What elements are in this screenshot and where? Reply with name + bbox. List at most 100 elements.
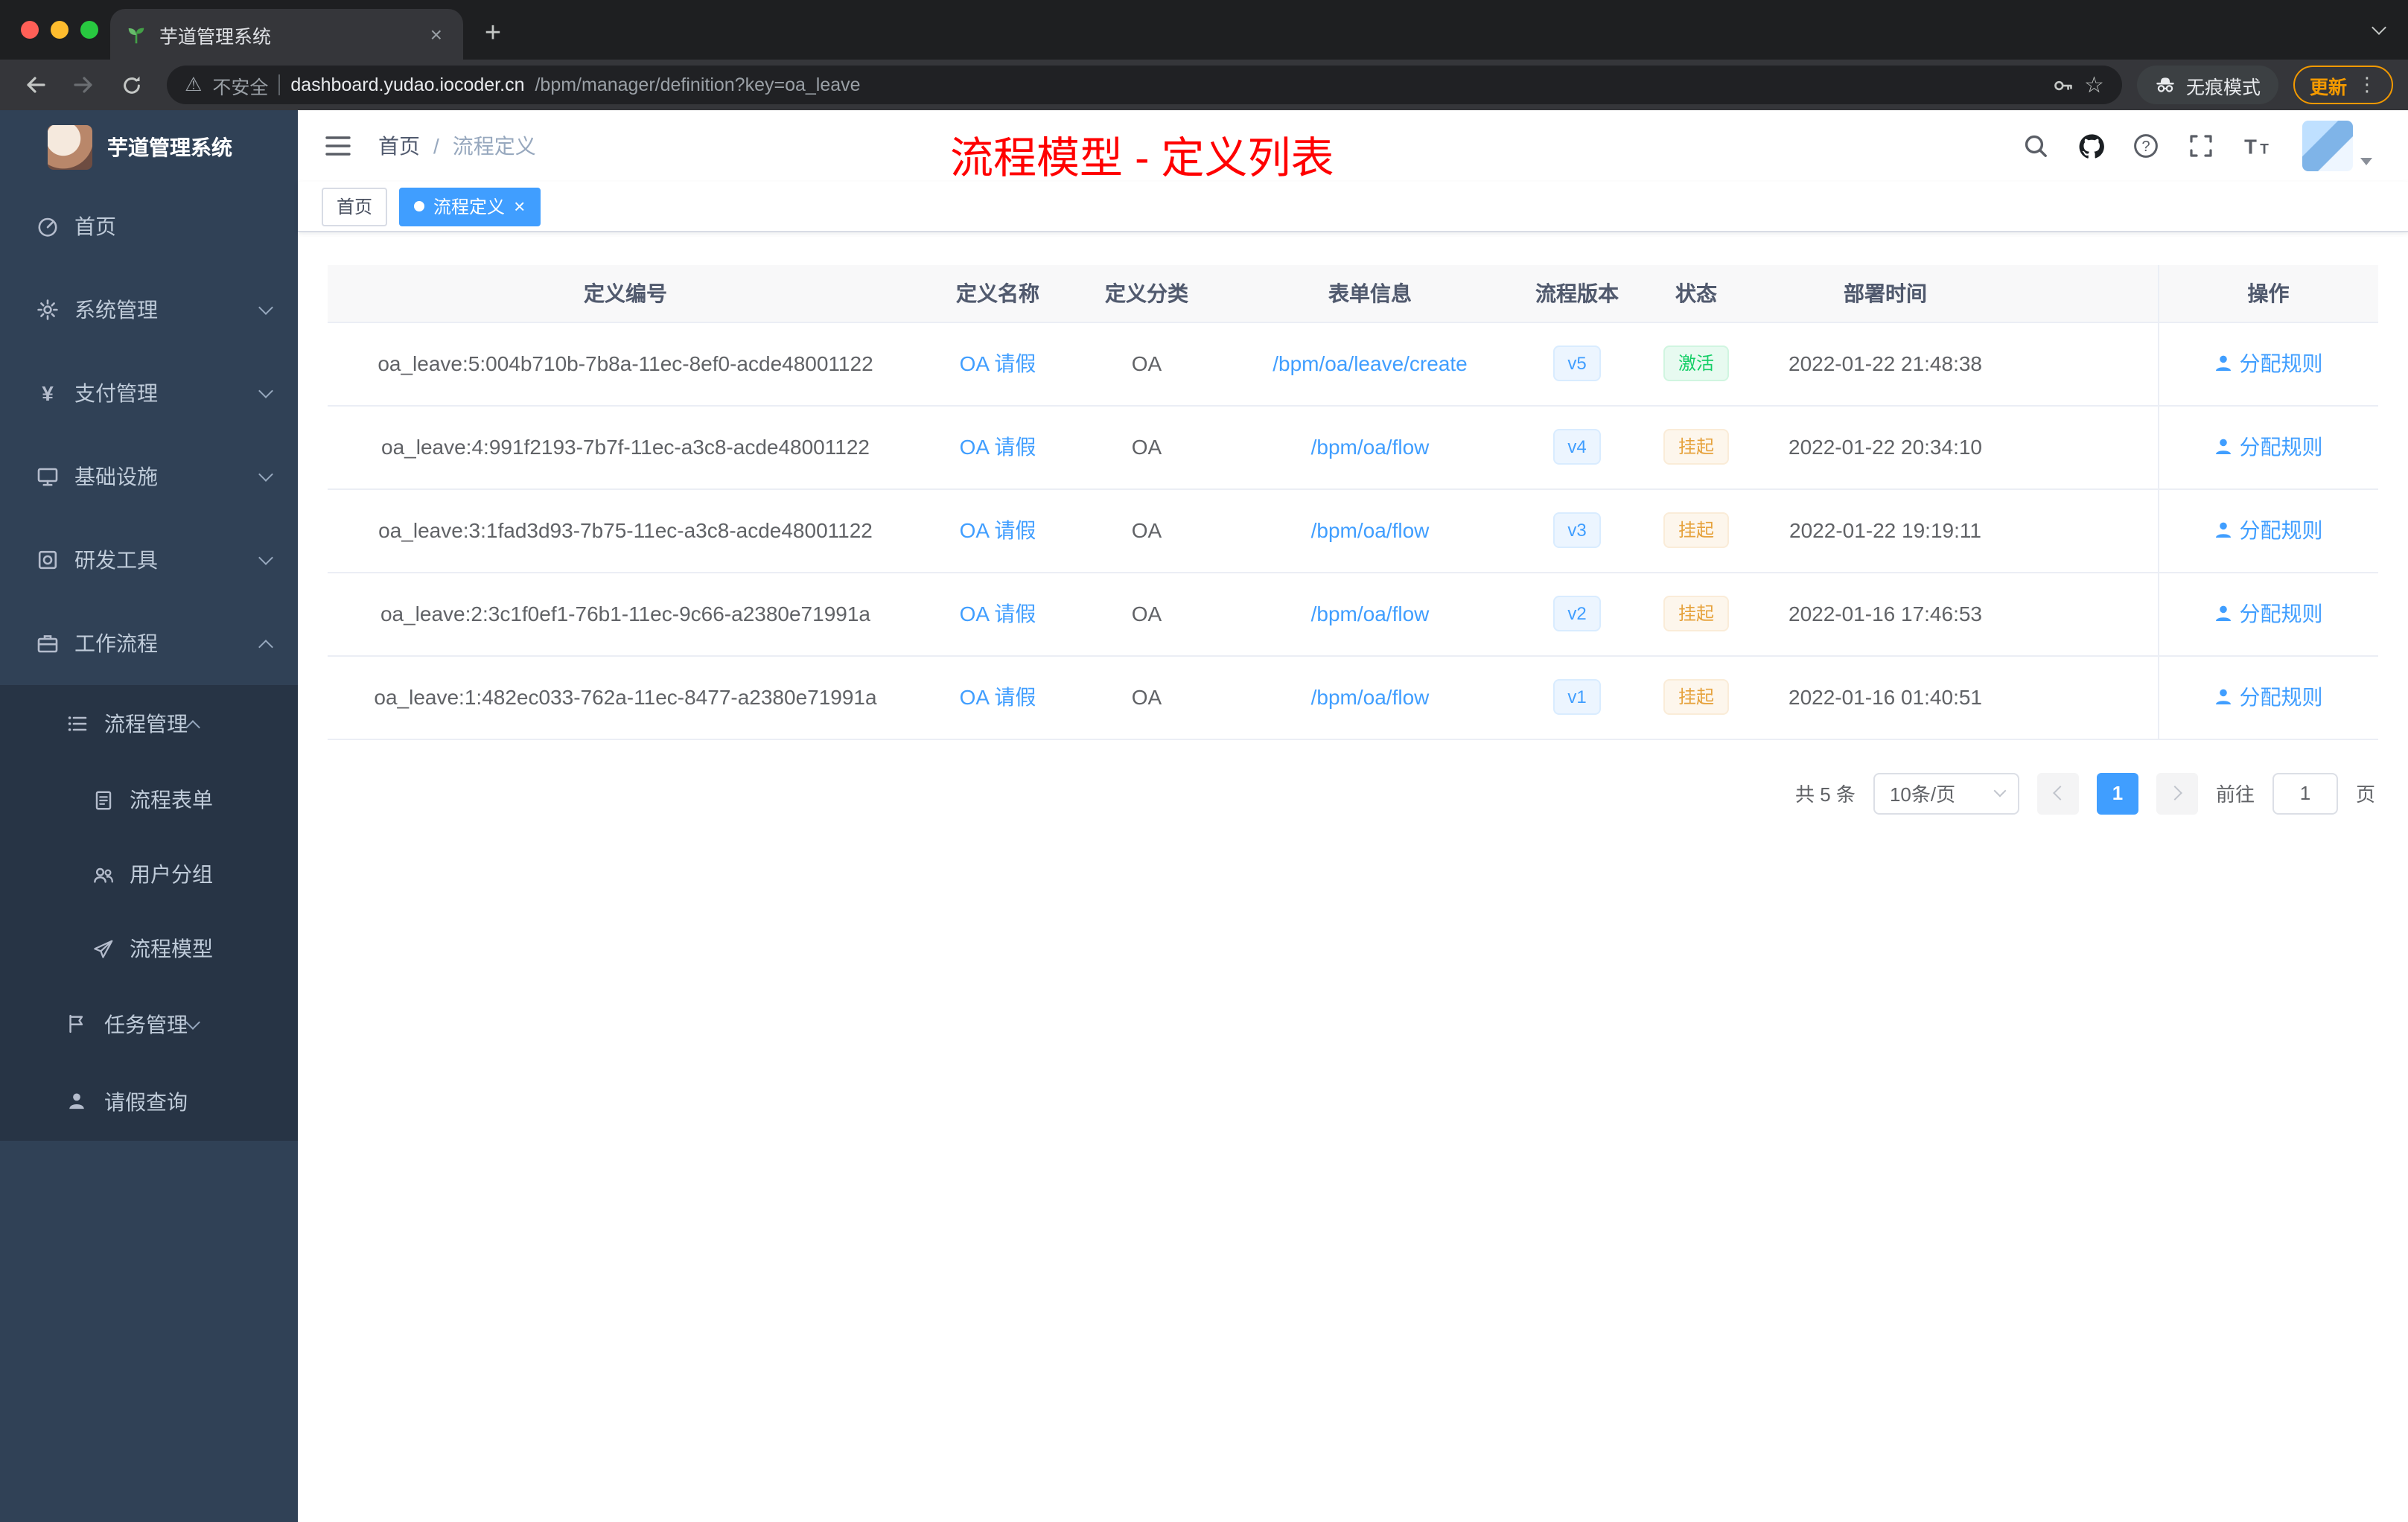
sidebar-item-user-group[interactable]: 用户分组 <box>0 837 298 911</box>
sidebar: 芋道管理系统 首页 系统管理 ¥ 支付管理 基础设施 研发工具 工作流程 流程管… <box>0 110 298 1522</box>
tag-label: 首页 <box>337 197 373 217</box>
sidebar-item-label: 研发工具 <box>74 548 158 572</box>
tab-close-icon[interactable]: × <box>424 21 448 48</box>
fullscreen-icon[interactable] <box>2186 131 2216 161</box>
github-icon[interactable] <box>2076 131 2106 161</box>
filler-cell <box>2013 322 2158 406</box>
form-info-link[interactable]: /bpm/oa/flow <box>1311 685 1430 709</box>
font-size-icon[interactable]: TT <box>2241 131 2271 161</box>
maximize-window-button[interactable] <box>80 21 98 39</box>
new-tab-button[interactable]: + <box>472 13 514 55</box>
toolbox-icon <box>36 548 60 572</box>
assign-rule-link[interactable]: 分配规则 <box>2214 599 2323 628</box>
tab-search-chevron-icon[interactable] <box>2372 20 2386 35</box>
filler-cell <box>2013 572 2158 656</box>
deploy-time-cell: 2022-01-22 21:48:38 <box>1757 322 2013 406</box>
sidebar-item-infrastructure[interactable]: 基础设施 <box>0 435 298 518</box>
browser-tab[interactable]: 芋道管理系统 × <box>110 9 463 60</box>
assign-rule-link[interactable]: 分配规则 <box>2214 515 2323 545</box>
browser-menu-kebab-icon[interactable]: ⋮ <box>2357 73 2377 97</box>
sidebar-item-label: 支付管理 <box>74 381 158 405</box>
sidebar-item-label: 工作流程 <box>74 631 158 655</box>
sidebar-item-process-model[interactable]: 流程模型 <box>0 911 298 986</box>
chevron-down-icon <box>258 300 273 315</box>
version-badge: v1 <box>1552 679 1602 715</box>
avatar[interactable] <box>2302 121 2353 171</box>
browser-toolbar: ⚠ 不安全 dashboard.yudao.iocoder.cn /bpm/ma… <box>0 60 2408 110</box>
tag-home[interactable]: 首页 <box>322 187 388 226</box>
sidebar-item-home[interactable]: 首页 <box>0 185 298 268</box>
chevron-left-icon <box>2053 786 2068 800</box>
assign-rule-link[interactable]: 分配规则 <box>2214 682 2323 712</box>
password-key-icon[interactable] <box>2051 74 2074 96</box>
sidebar-item-devtools[interactable]: 研发工具 <box>0 518 298 602</box>
breadcrumb-home[interactable]: 首页 <box>378 131 420 161</box>
user-avatar-menu[interactable] <box>2302 121 2372 171</box>
prev-page-button[interactable] <box>2036 772 2079 814</box>
definition-name-link[interactable]: OA 请假 <box>960 518 1036 542</box>
person-icon <box>2214 602 2232 625</box>
form-info-link[interactable]: /bpm/oa/leave/create <box>1273 351 1468 375</box>
operation-cell: 分配规则 <box>2157 488 2378 573</box>
caret-down-icon <box>2360 158 2372 165</box>
person-icon <box>2214 351 2232 375</box>
definition-name-cell: OA 请假 <box>923 488 1072 573</box>
tab-strip: 芋道管理系统 × + <box>0 0 2408 60</box>
sidebar-item-process-management[interactable]: 流程管理 <box>0 685 298 762</box>
sidebar-item-workflow[interactable]: 工作流程 <box>0 602 298 685</box>
definition-table: 定义编号 定义名称 定义分类 表单信息 流程版本 状态 部署时间 操作 oa_l… <box>328 265 2378 739</box>
top-navbar: 首页 / 流程定义 流程模型 - 定义列表 ? T T <box>298 110 2408 183</box>
goto-page-input[interactable] <box>2272 772 2338 814</box>
next-page-button[interactable] <box>2156 772 2198 814</box>
definition-category-cell: OA <box>1072 572 1221 656</box>
form-info-link[interactable]: /bpm/oa/flow <box>1311 435 1430 459</box>
back-icon[interactable] <box>15 64 57 106</box>
definition-name-link[interactable]: OA 请假 <box>960 351 1036 375</box>
security-label[interactable]: 不安全 <box>212 71 268 99</box>
form-info-link[interactable]: /bpm/oa/flow <box>1311 518 1430 542</box>
operation-cell: 分配规则 <box>2157 405 2378 489</box>
search-icon[interactable] <box>2021 131 2051 161</box>
tag-close-icon[interactable]: × <box>514 197 525 216</box>
address-bar[interactable]: ⚠ 不安全 dashboard.yudao.iocoder.cn /bpm/ma… <box>167 66 2122 104</box>
column-header-name: 定义名称 <box>923 265 1072 322</box>
assign-rule-link[interactable]: 分配规则 <box>2214 432 2323 462</box>
sidebar-item-payment[interactable]: ¥ 支付管理 <box>0 351 298 435</box>
definition-name-cell: OA 请假 <box>923 405 1072 489</box>
sidebar-item-task-management[interactable]: 任务管理 <box>0 986 298 1063</box>
page-size-select[interactable]: 10条/页 <box>1873 772 2019 814</box>
hamburger-icon[interactable] <box>322 130 354 162</box>
deploy-time-cell: 2022-01-16 01:40:51 <box>1757 655 2013 739</box>
form-info-link[interactable]: /bpm/oa/flow <box>1311 602 1430 625</box>
definition-id-cell: oa_leave:1:482ec033-762a-11ec-8477-a2380… <box>328 655 923 739</box>
process-version-cell: v4 <box>1519 405 1635 489</box>
assign-rule-link[interactable]: 分配规则 <box>2214 348 2323 378</box>
definition-name-link[interactable]: OA 请假 <box>960 685 1036 709</box>
process-version-cell: v5 <box>1519 322 1635 406</box>
tag-process-definition[interactable]: 流程定义 × <box>399 187 541 226</box>
definition-name-link[interactable]: OA 请假 <box>960 435 1036 459</box>
update-label: 更新 <box>2309 77 2347 98</box>
forward-icon[interactable] <box>63 64 104 106</box>
definition-name-link[interactable]: OA 请假 <box>960 602 1036 625</box>
sidebar-item-leave-query[interactable]: 请假查询 <box>0 1063 298 1141</box>
sidebar-item-process-form[interactable]: 流程表单 <box>0 762 298 837</box>
column-header-form: 表单信息 <box>1221 265 1519 322</box>
status-cell: 挂起 <box>1635 655 1757 739</box>
definition-name-cell: OA 请假 <box>923 322 1072 406</box>
chevron-down-icon <box>258 383 273 398</box>
table-row: oa_leave:4:991f2193-7b7f-11ec-a3c8-acde4… <box>328 405 2378 489</box>
help-question-icon[interactable]: ? <box>2131 131 2161 161</box>
reload-icon[interactable] <box>110 64 152 106</box>
chevron-up-icon <box>185 719 200 734</box>
close-window-button[interactable] <box>21 21 39 39</box>
main-area: 首页 / 流程定义 流程模型 - 定义列表 ? T T 首页 流程定义 × 定义… <box>298 110 2408 1522</box>
browser-update-button[interactable]: 更新 ⋮ <box>2293 66 2393 104</box>
minimize-window-button[interactable] <box>51 21 69 39</box>
bookmark-star-icon[interactable]: ☆ <box>2084 71 2104 98</box>
active-dot-icon <box>414 201 425 211</box>
sidebar-item-system[interactable]: 系统管理 <box>0 268 298 351</box>
current-page-button[interactable]: 1 <box>2096 772 2138 814</box>
person-icon <box>2214 435 2232 459</box>
dashboard-icon <box>36 214 60 238</box>
